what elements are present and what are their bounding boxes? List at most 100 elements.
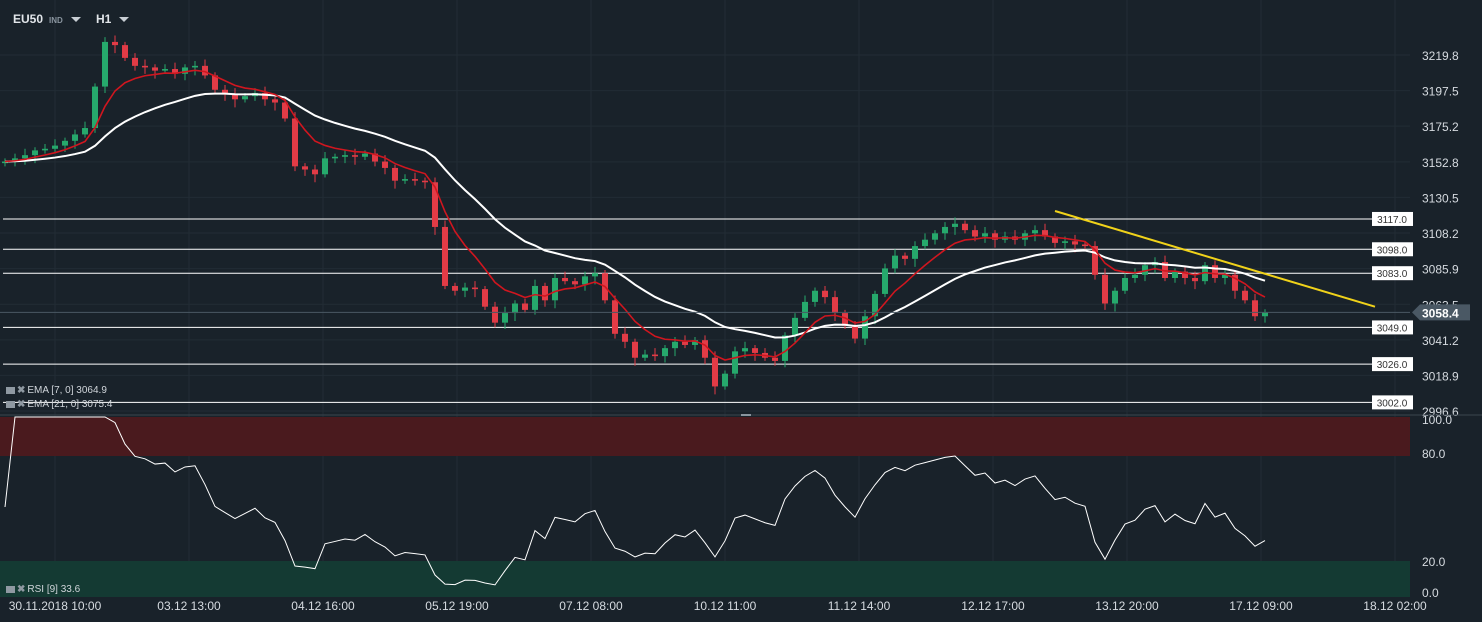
candle-body bbox=[22, 155, 28, 159]
time-label: 05.12 19:00 bbox=[425, 599, 489, 613]
candle-body bbox=[952, 223, 958, 227]
time-label: 07.12 08:00 bbox=[559, 599, 623, 613]
settings-icon[interactable] bbox=[6, 585, 15, 593]
candle-body bbox=[1132, 274, 1138, 278]
time-label: 10.12 11:00 bbox=[694, 599, 757, 613]
candle-body bbox=[902, 255, 908, 259]
price-tick-label: 3175.2 bbox=[1422, 120, 1459, 134]
price-tick-label: 3085.9 bbox=[1422, 263, 1459, 277]
candle-body bbox=[302, 166, 308, 170]
settings-icon[interactable] bbox=[6, 400, 15, 408]
price-chart[interactable]: 30.11.2018 10:00 03.12 13:00 04.12 16:00 05… bbox=[0, 0, 1482, 622]
level-label: 3117.0 bbox=[1377, 215, 1407, 226]
level-label: 3026.0 bbox=[1377, 360, 1408, 371]
candle-body bbox=[1122, 277, 1128, 291]
candle-body bbox=[782, 335, 788, 361]
candle-body bbox=[1082, 244, 1088, 247]
legend-rsi[interactable]: ✖ RSI [9] 33.6 bbox=[6, 584, 80, 595]
legend-ema21[interactable]: ✖ EMA [21, 0] 3075.4 bbox=[6, 399, 112, 410]
close-icon[interactable]: ✖ bbox=[17, 385, 25, 396]
ema7-line bbox=[4, 69, 1266, 361]
close-icon[interactable]: ✖ bbox=[17, 399, 25, 410]
candle-body bbox=[32, 150, 38, 156]
candle-body bbox=[112, 41, 118, 46]
time-label: 13.12 20:00 bbox=[1095, 599, 1159, 613]
candle-body bbox=[152, 67, 158, 71]
level-label: 3002.0 bbox=[1377, 398, 1408, 409]
candle-body bbox=[1032, 230, 1038, 234]
candle-body bbox=[592, 273, 598, 277]
candle-body bbox=[1172, 271, 1178, 278]
candle-body bbox=[702, 340, 708, 358]
candle-body bbox=[452, 285, 458, 291]
chevron-down-icon bbox=[119, 17, 130, 23]
candle-body bbox=[892, 255, 898, 269]
candle-body bbox=[712, 357, 718, 387]
candle-body bbox=[192, 65, 198, 68]
candle-body bbox=[972, 230, 978, 237]
panel-resize-handle[interactable] bbox=[741, 414, 751, 416]
candle-body bbox=[982, 233, 988, 237]
level-label: 3083.0 bbox=[1377, 269, 1408, 280]
candle-body bbox=[962, 223, 968, 231]
candle-body bbox=[272, 99, 278, 103]
candle-body bbox=[572, 281, 578, 285]
candle-body bbox=[1252, 300, 1258, 317]
symbol-type: IND bbox=[49, 16, 63, 25]
candle-body bbox=[142, 65, 148, 68]
symbol-selector[interactable]: EU50 IND bbox=[13, 12, 81, 26]
timeframe-selector[interactable]: H1 bbox=[96, 12, 130, 26]
legend-ema7[interactable]: ✖ EMA [7, 0] 3064.9 bbox=[6, 385, 107, 396]
candle-body bbox=[682, 341, 688, 345]
candle-body bbox=[492, 306, 498, 323]
candle-body bbox=[482, 289, 488, 307]
last-price-label: 3058.4 bbox=[1422, 306, 1459, 320]
candle-body bbox=[442, 226, 448, 286]
candle-body bbox=[722, 373, 728, 387]
candle-body bbox=[402, 179, 408, 181]
candle-body bbox=[502, 313, 508, 323]
candle-body bbox=[1192, 277, 1198, 282]
candle-body bbox=[82, 128, 88, 135]
rsi-tick-label: 100.0 bbox=[1422, 413, 1452, 427]
candle-body bbox=[232, 94, 238, 100]
candle-body bbox=[582, 276, 588, 285]
settings-icon[interactable] bbox=[6, 386, 15, 394]
symbol-name: EU50 bbox=[13, 12, 44, 26]
price-tick-label: 3219.8 bbox=[1422, 49, 1459, 63]
candle-body bbox=[312, 169, 318, 175]
price-tick-label: 3018.9 bbox=[1422, 369, 1459, 383]
ema21-line bbox=[4, 92, 1266, 339]
candle-body bbox=[922, 239, 928, 247]
time-label: 03.12 13:00 bbox=[157, 599, 221, 613]
candle-body bbox=[102, 41, 108, 87]
rsi-label: RSI [9] 33.6 bbox=[27, 584, 81, 595]
candle-body bbox=[802, 301, 808, 318]
candle-body bbox=[512, 303, 518, 314]
candle-body bbox=[162, 69, 168, 71]
level-label: 3098.0 bbox=[1377, 245, 1408, 256]
price-tick-label: 3197.5 bbox=[1422, 85, 1459, 99]
price-tick-label: 3130.5 bbox=[1422, 191, 1459, 205]
candle-body bbox=[1242, 290, 1248, 301]
candle-body bbox=[622, 333, 628, 342]
rsi-oversold-zone bbox=[0, 561, 1410, 597]
close-icon[interactable]: ✖ bbox=[17, 584, 25, 595]
candle-body bbox=[322, 158, 328, 175]
rsi-tick-label: 20.0 bbox=[1422, 555, 1446, 569]
candle-body bbox=[412, 179, 418, 181]
time-label: 17.12 09:00 bbox=[1229, 599, 1293, 613]
candle-body bbox=[792, 317, 798, 336]
rsi-overbought-zone bbox=[0, 417, 1410, 456]
candle-body bbox=[362, 153, 368, 157]
candle-body bbox=[242, 96, 248, 100]
candle-body bbox=[292, 118, 298, 167]
rsi-tick-label: 0.0 bbox=[1422, 586, 1439, 600]
candle-body bbox=[552, 277, 558, 301]
candle-body bbox=[732, 351, 738, 374]
candle-body bbox=[132, 57, 138, 66]
candle-body bbox=[652, 354, 658, 357]
time-label: 11.12 14:00 bbox=[828, 599, 891, 613]
candle-body bbox=[382, 161, 388, 168]
candle-body bbox=[882, 268, 888, 294]
